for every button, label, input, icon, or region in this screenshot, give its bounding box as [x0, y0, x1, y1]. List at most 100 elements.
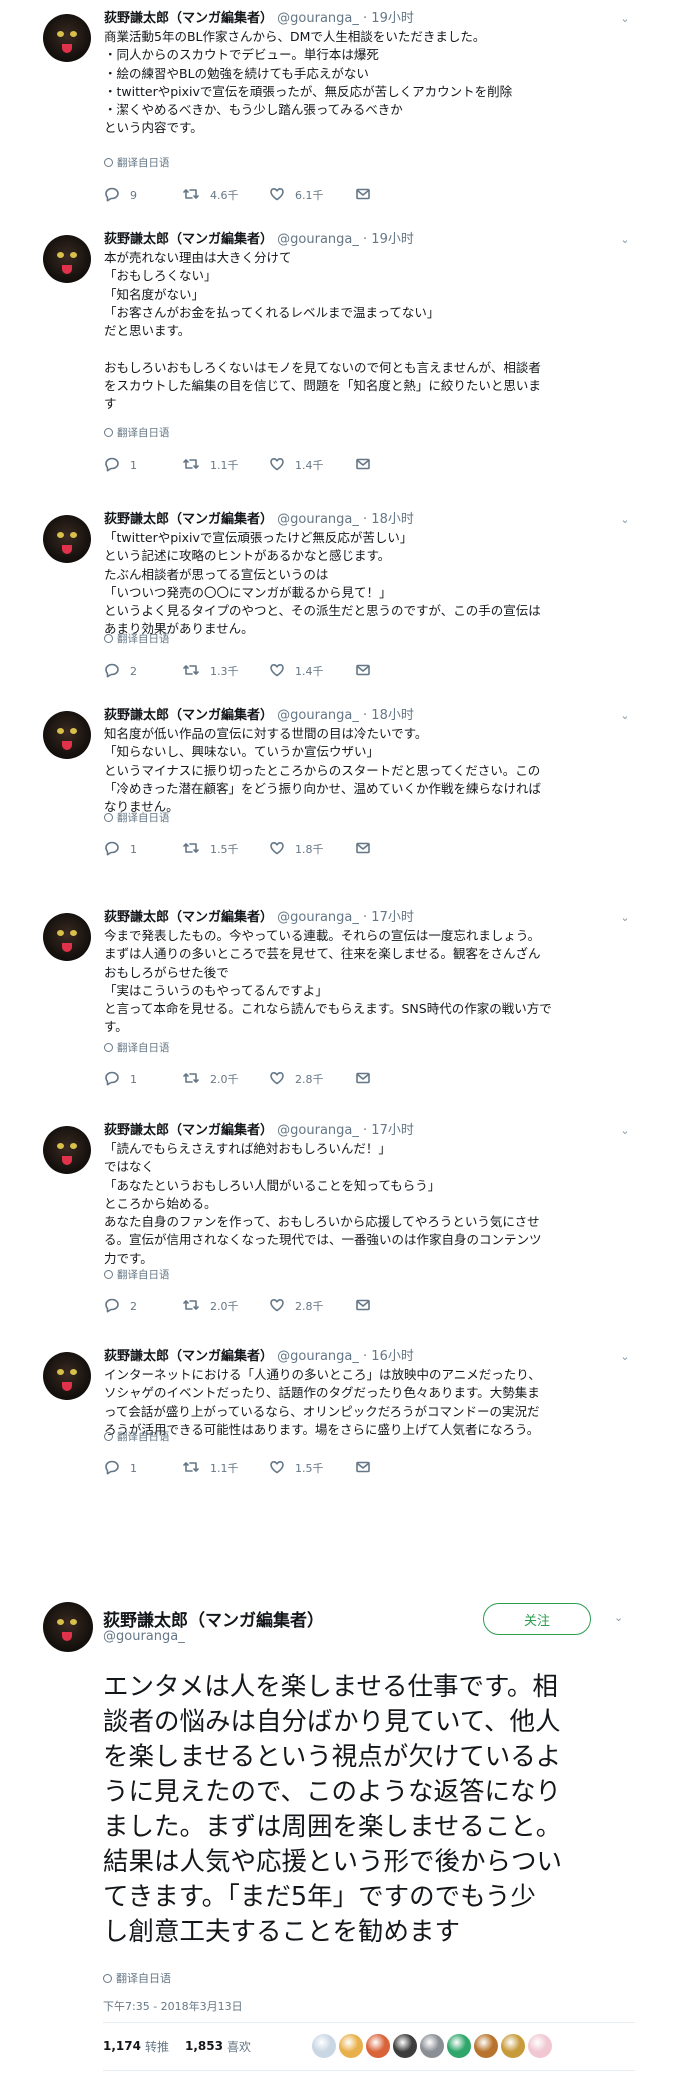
liker-avatar[interactable] — [528, 2034, 552, 2058]
tweet-time[interactable]: 16小时 — [371, 1349, 414, 1364]
author-handle[interactable]: @gouranga_ — [277, 512, 359, 527]
chevron-down-icon[interactable]: ⌄ — [618, 12, 632, 26]
author-handle[interactable]: @gouranga_ — [277, 11, 359, 26]
direct-message-button[interactable] — [355, 1070, 381, 1088]
globe-icon — [104, 1432, 113, 1441]
translate-link[interactable]: 翻译自日语 — [104, 426, 170, 440]
tweet-time[interactable]: 17小时 — [371, 910, 414, 925]
retweet-button[interactable]: 1.3千 — [182, 662, 239, 680]
avatar[interactable] — [43, 235, 91, 283]
like-button[interactable]: 1.4千 — [269, 662, 324, 680]
like-button[interactable]: 2.8千 — [269, 1297, 324, 1315]
avatar[interactable] — [43, 1126, 91, 1174]
like-count[interactable]: 1,853 — [185, 2039, 223, 2053]
retweet-button[interactable]: 4.6千 — [182, 186, 239, 204]
translate-link[interactable]: 翻译自日语 — [103, 1970, 171, 1986]
retweet-label[interactable]: 转推 — [145, 2038, 169, 2055]
tweet-text-line: ました。まずは周囲を楽しませること。 — [103, 1812, 562, 1842]
chevron-down-icon[interactable]: ⌄ — [618, 233, 632, 247]
retweet-button[interactable]: 1.5千 — [182, 840, 239, 858]
author-handle[interactable]: @gouranga_ — [277, 232, 359, 247]
translate-link[interactable]: 翻译自日语 — [104, 1268, 170, 1282]
retweet-button[interactable]: 1.1千 — [182, 456, 239, 474]
tweet-time[interactable]: 19小时 — [371, 232, 414, 247]
tweet-text-line: てきます。「まだ5年」ですのでもう少 — [103, 1882, 536, 1912]
tweet-time[interactable]: 19小时 — [371, 11, 414, 26]
liker-avatar[interactable] — [447, 2034, 471, 2058]
chevron-down-icon[interactable]: ⌄ — [618, 709, 632, 723]
tweet-text-line: 「知名度がない」 — [104, 286, 205, 302]
like-button[interactable]: 1.8千 — [269, 840, 324, 858]
translate-link[interactable]: 翻译自日语 — [104, 1430, 170, 1444]
liker-avatar[interactable] — [420, 2034, 444, 2058]
tweet-time[interactable]: 17小时 — [371, 1123, 414, 1138]
tweet-text-line: エンタメは人を楽しませる仕事です。相 — [103, 1672, 558, 1702]
liker-avatar[interactable] — [312, 2034, 336, 2058]
tweet-time[interactable]: 18小时 — [371, 708, 414, 723]
author-name[interactable]: 荻野謙太郎（マンガ編集者） — [104, 910, 273, 925]
direct-message-button[interactable] — [355, 840, 381, 858]
tweet-timestamp[interactable]: 下午7:35 - 2018年3月13日 — [103, 1998, 243, 2014]
avatar[interactable] — [43, 711, 91, 759]
like-button[interactable]: 1.5千 — [269, 1459, 324, 1477]
avatar[interactable] — [43, 1352, 91, 1400]
reply-button[interactable]: 2 — [104, 1297, 137, 1315]
liker-avatar[interactable] — [339, 2034, 363, 2058]
direct-message-button[interactable] — [355, 662, 381, 680]
avatar[interactable] — [43, 913, 91, 961]
reply-button[interactable]: 1 — [104, 1070, 137, 1088]
direct-message-button[interactable] — [355, 456, 381, 474]
author-name[interactable]: 荻野謙太郎（マンガ編集者） — [103, 1606, 324, 1631]
liker-avatar[interactable] — [393, 2034, 417, 2058]
direct-message-button[interactable] — [355, 1459, 381, 1477]
tweet-actions: 1 2.0千 2.8千 — [104, 1070, 464, 1088]
reply-button[interactable]: 9 — [104, 186, 137, 204]
author-handle[interactable]: @gouranga_ — [277, 1349, 359, 1364]
chevron-down-icon[interactable]: ⌄ — [618, 911, 632, 925]
chevron-down-icon[interactable]: ⌄ — [618, 1124, 632, 1138]
author-name[interactable]: 荻野謙太郎（マンガ編集者） — [104, 232, 273, 247]
chevron-down-icon[interactable]: ⌄ — [618, 1350, 632, 1364]
tweet-text-line: 今まで発表したもの。今やっている連載。それらの宣伝は一度忘れましょう。 — [104, 928, 541, 943]
author-name[interactable]: 荻野謙太郎（マンガ編集者） — [104, 1349, 273, 1364]
retweet-button[interactable]: 2.0千 — [182, 1297, 239, 1315]
reply-button[interactable]: 1 — [104, 1459, 137, 1477]
like-button[interactable]: 2.8千 — [269, 1070, 324, 1088]
like-label[interactable]: 喜欢 — [227, 2038, 251, 2055]
author-handle[interactable]: @gouranga_ — [277, 1123, 359, 1138]
translate-label: 翻译自日语 — [117, 157, 170, 169]
retweet-button[interactable]: 1.1千 — [182, 1459, 239, 1477]
direct-message-button[interactable] — [355, 186, 381, 204]
tweet-text-line: まずは人通りの多いところで芸を見せて、往来を楽しませる。観客をさんざん — [104, 946, 541, 962]
tweet-time[interactable]: 18小时 — [371, 512, 414, 527]
like-button[interactable]: 6.1千 — [269, 186, 324, 204]
chevron-down-icon[interactable]: ⌄ — [618, 513, 632, 527]
like-button[interactable]: 1.4千 — [269, 456, 324, 474]
reply-icon — [104, 456, 130, 475]
author-handle[interactable]: @gouranga_ — [277, 708, 359, 723]
author-handle[interactable]: @gouranga_ — [103, 1629, 185, 1644]
translate-link[interactable]: 翻译自日语 — [104, 156, 170, 170]
avatar[interactable] — [43, 14, 91, 62]
translate-link[interactable]: 翻译自日语 — [104, 1041, 170, 1055]
reply-button[interactable]: 2 — [104, 662, 137, 680]
liker-avatar[interactable] — [474, 2034, 498, 2058]
translate-link[interactable]: 翻译自日语 — [104, 811, 170, 825]
translate-link[interactable]: 翻译自日语 — [104, 632, 170, 646]
author-name[interactable]: 荻野謙太郎（マンガ編集者） — [104, 1123, 273, 1138]
author-handle[interactable]: @gouranga_ — [277, 910, 359, 925]
reply-button[interactable]: 1 — [104, 456, 137, 474]
avatar[interactable] — [43, 515, 91, 563]
retweet-button[interactable]: 2.0千 — [182, 1070, 239, 1088]
liker-avatar[interactable] — [366, 2034, 390, 2058]
chevron-down-icon[interactable]: ⌄ — [614, 1611, 623, 1624]
retweet-count[interactable]: 1,174 — [103, 2039, 141, 2053]
follow-button[interactable]: 关注 — [483, 1603, 591, 1635]
author-name[interactable]: 荻野謙太郎（マンガ編集者） — [104, 512, 273, 527]
avatar[interactable] — [43, 1602, 93, 1652]
liker-avatar[interactable] — [501, 2034, 525, 2058]
author-name[interactable]: 荻野謙太郎（マンガ編集者） — [104, 708, 273, 723]
reply-button[interactable]: 1 — [104, 840, 137, 858]
author-name[interactable]: 荻野謙太郎（マンガ編集者） — [104, 11, 273, 26]
direct-message-button[interactable] — [355, 1297, 381, 1315]
